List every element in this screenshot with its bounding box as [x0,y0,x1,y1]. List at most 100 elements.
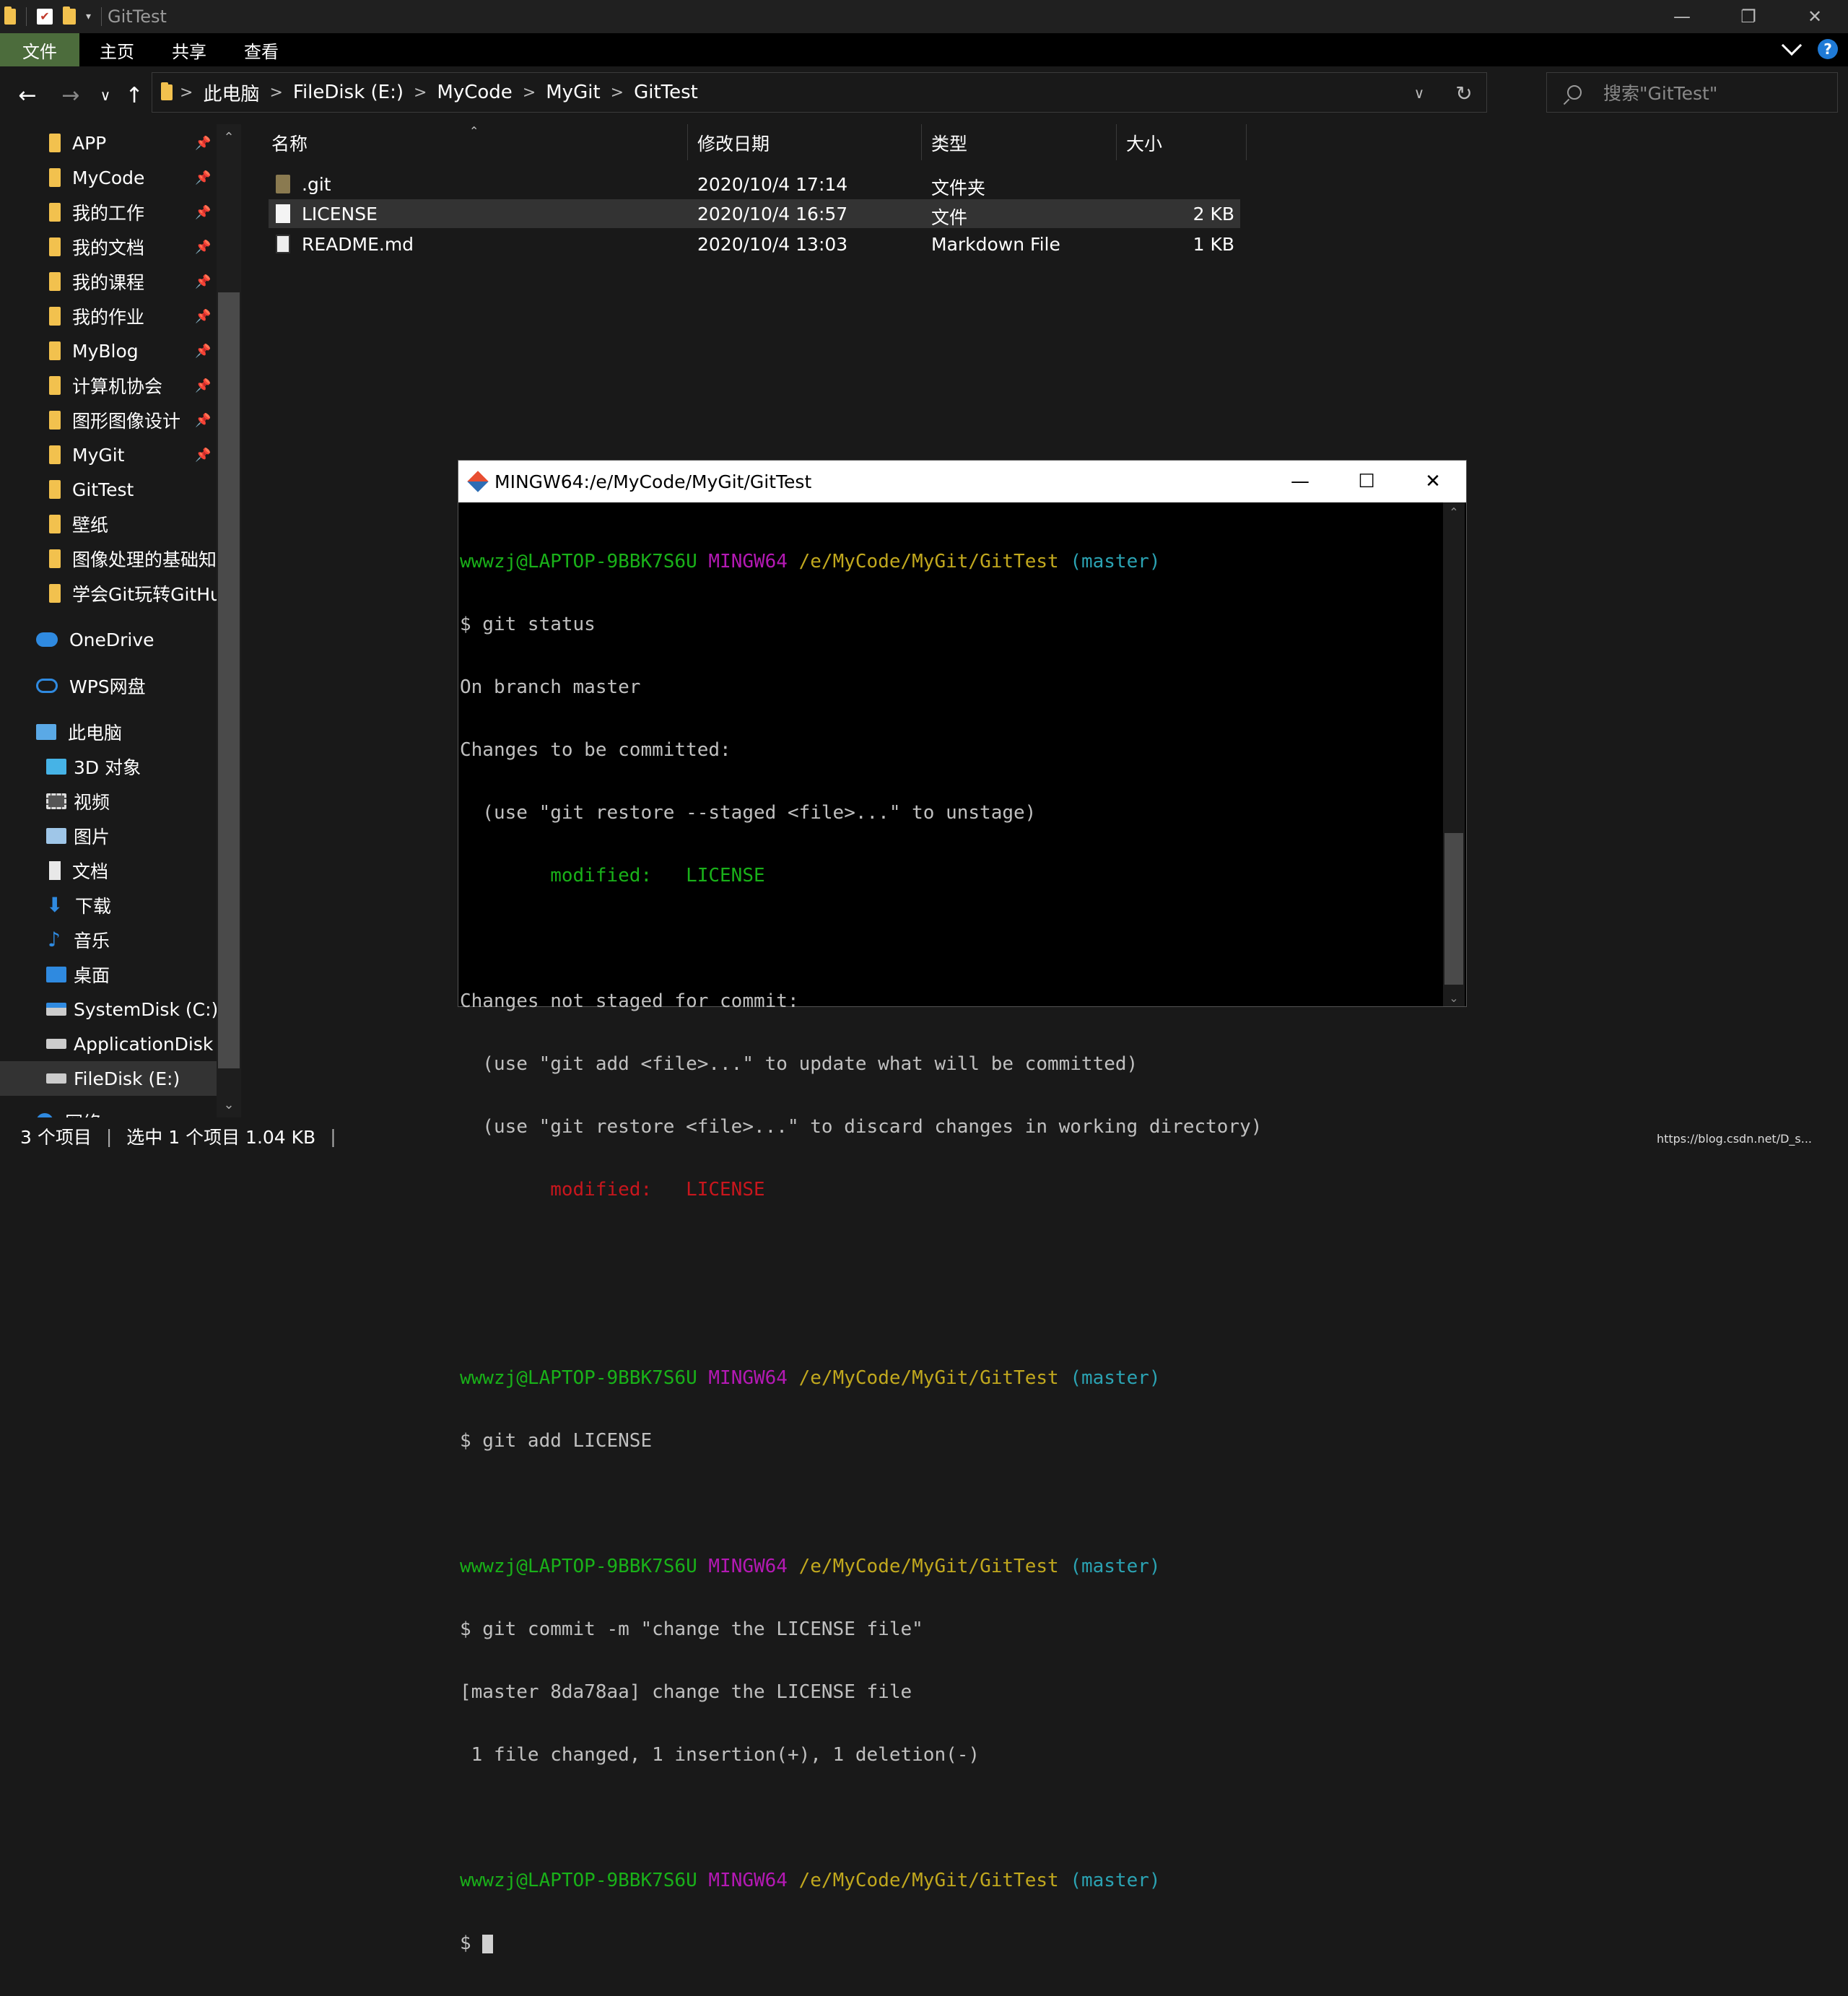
staged-file-line: modified: LICENSE [460,865,765,886]
sidebar-item-documents-pc[interactable]: 文档 [0,853,217,888]
sidebar-item-wallpaper[interactable]: 壁纸 [0,507,217,541]
file-row[interactable]: README.md 2020/10/4 13:03 Markdown File … [269,230,1240,258]
pin-icon: 📌 [195,412,212,428]
breadcrumb-separator[interactable]: > [611,84,624,102]
git-bash-window[interactable]: MINGW64:/e/MyCode/MyGit/GitTest — ☐ ✕ ⌃ … [458,460,1467,1954]
sidebar-item-mycode[interactable]: MyCode 📌 [0,160,217,195]
address-dropdown-button[interactable]: ∨ [1397,73,1442,113]
status-divider: | [330,1125,336,1147]
file-type: 文件夹 [931,178,986,199]
terminal-close-button[interactable]: ✕ [1400,461,1466,502]
address-bar[interactable]: > 此电脑 > FileDisk (E:) > MyCode > MyGit >… [152,72,1487,113]
expand-ribbon-icon[interactable] [1781,35,1803,56]
back-button[interactable]: ← [13,81,42,110]
column-header-modified[interactable]: 修改日期 [697,124,914,162]
input-line[interactable]: $ [460,1933,1442,1954]
up-button[interactable]: ↑ [120,81,149,110]
properties-icon[interactable]: ✔ [37,9,53,25]
restore-button[interactable]: ❐ [1715,0,1782,33]
column-divider[interactable] [1116,124,1117,160]
sidebar-item-wps[interactable]: WPS网盘 [0,668,217,703]
column-divider[interactable] [1246,124,1247,160]
sidebar-item-this-pc[interactable]: 此电脑 [0,715,217,749]
sidebar-item-downloads[interactable]: ⬇ 下载 [0,888,217,923]
sidebar-item-music[interactable]: ♪ 音乐 [0,923,217,957]
column-divider[interactable] [921,124,922,160]
breadcrumb-separator[interactable]: > [414,84,427,102]
terminal-title: MINGW64:/e/MyCode/MyGit/GitTest [494,471,812,492]
breadcrumb-separator[interactable]: > [523,84,536,102]
sidebar-item-documents[interactable]: 我的文档 📌 [0,230,217,264]
terminal-output[interactable]: wwwzj@LAPTOP-9BBK7S6U MINGW64 /e/MyCode/… [460,510,1442,1996]
sidebar-item-onedrive[interactable]: OneDrive [0,622,217,657]
column-header-name[interactable]: 名称 [271,124,690,162]
scroll-up-icon[interactable]: ⌃ [218,127,240,149]
scroll-up-icon[interactable]: ⌃ [1443,505,1465,519]
sidebar-item-drive-c[interactable]: SystemDisk (C:) [0,992,217,1027]
sidebar-scrollbar-thumb[interactable] [218,292,240,1068]
folder-icon [49,168,61,187]
breadcrumb-mygit[interactable]: MyGit [546,82,600,103]
sidebar-item-image-processing[interactable]: 图像处理的基础知识 [0,541,217,576]
file-size: 2 KB [1193,204,1234,225]
file-row[interactable]: LICENSE 2020/10/4 16:57 文件 2 KB [269,199,1240,228]
watermark-text: https://blog.csdn.net/D_s... [1656,1132,1812,1146]
sidebar-item-myblog[interactable]: MyBlog 📌 [0,334,217,368]
breadcrumb-gittest[interactable]: GitTest [634,82,698,103]
tab-file[interactable]: 文件 [0,33,79,66]
computer-icon [36,724,56,740]
sidebar-item-courses[interactable]: 我的课程 📌 [0,264,217,299]
breadcrumb-mycode[interactable]: MyCode [437,82,512,103]
column-header-size[interactable]: 大小 [1126,124,1234,162]
file-row[interactable]: .git 2020/10/4 17:14 文件夹 [269,170,1481,199]
tab-home[interactable]: 主页 [79,33,153,66]
sidebar-item-work[interactable]: 我的工作 📌 [0,195,217,230]
recent-locations-button[interactable]: ∨ [91,81,120,110]
sidebar-item-desktop[interactable]: 桌面 [0,957,217,992]
tab-share[interactable]: 共享 [153,33,225,66]
sidebar-item-pictures[interactable]: 图片 [0,819,217,853]
terminal-scrollbar[interactable]: ⌃ ⌄ [1443,502,1465,1006]
toolbar-divider [101,7,103,26]
sidebar-item-3d-objects[interactable]: 3D 对象 [0,749,217,784]
breadcrumb-filedisk[interactable]: FileDisk (E:) [293,82,404,103]
terminal-maximize-button[interactable]: ☐ [1333,461,1400,502]
refresh-button[interactable]: ↻ [1442,73,1486,113]
terminal-scrollbar-thumb[interactable] [1444,833,1463,985]
tab-view[interactable]: 查看 [225,33,297,66]
terminal-titlebar[interactable]: MINGW64:/e/MyCode/MyGit/GitTest — ☐ ✕ [458,461,1466,502]
minimize-button[interactable]: — [1649,0,1715,33]
sidebar-item-gittest[interactable]: GitTest [0,472,217,507]
sidebar-item-network[interactable]: 网络 [0,1104,217,1117]
sidebar-item-app[interactable]: APP 📌 [0,126,217,160]
file-name: .git [302,174,331,195]
breadcrumb-this-pc[interactable]: 此电脑 [203,79,259,106]
scroll-down-icon[interactable]: ⌄ [218,1094,240,1116]
sidebar-item-homework[interactable]: 我的作业 📌 [0,299,217,334]
onedrive-cloud-icon [36,632,58,647]
terminal-minimize-button[interactable]: — [1267,461,1333,502]
column-divider[interactable] [687,124,688,160]
file-type: Markdown File [931,234,1060,255]
forward-button[interactable]: → [56,81,85,110]
help-icon[interactable]: ? [1818,39,1838,59]
search-box[interactable]: 搜索"GitTest" [1546,72,1838,113]
breadcrumb-separator[interactable]: > [269,84,282,102]
sidebar-item-computer-association[interactable]: 计算机协会 📌 [0,368,217,403]
column-header-type[interactable]: 类型 [931,124,1112,162]
sidebar-item-drive-e[interactable]: FileDisk (E:) [0,1061,217,1096]
sidebar-item-graphic-design[interactable]: 图形图像设计 📌 [0,403,217,437]
scroll-down-icon[interactable]: ⌄ [1443,991,1465,1005]
sidebar-item-drive-d[interactable]: ApplicationDisk (D:) [0,1027,217,1061]
sidebar-item-mygit[interactable]: MyGit 📌 [0,437,217,472]
customize-toolbar-icon[interactable]: ▾ [86,11,91,22]
folder-icon [49,203,61,222]
prompt-line: wwwzj@LAPTOP-9BBK7S6U MINGW64 /e/MyCode/… [460,1367,1161,1389]
new-folder-icon[interactable] [63,6,76,25]
breadcrumb-separator: > [180,83,193,102]
sidebar-item-learn-git[interactable]: 学会Git玩转GitHub [0,576,217,611]
prompt-line: wwwzj@LAPTOP-9BBK7S6U MINGW64 /e/MyCode/… [460,551,1161,572]
close-button[interactable]: ✕ [1782,0,1848,33]
sidebar-item-videos[interactable]: 视频 [0,784,217,819]
